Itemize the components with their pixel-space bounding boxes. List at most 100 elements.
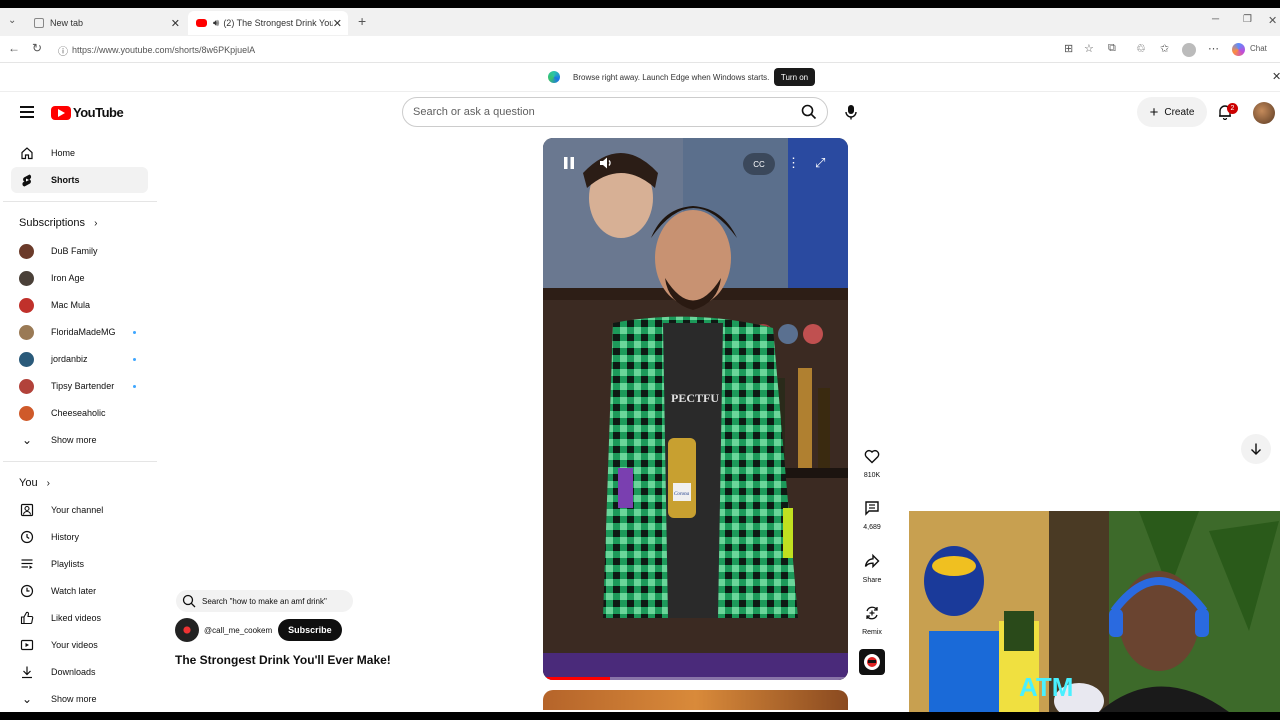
you-heading[interactable]: You › <box>19 477 50 489</box>
extensions-icon[interactable]: ⧉ <box>1108 42 1116 55</box>
sidebar-item-label: Mac Mula <box>51 300 91 310</box>
audio-playing-icon[interactable]: 🔊︎ <box>213 18 219 29</box>
search-input[interactable]: Search or ask a question <box>402 97 828 127</box>
site-info-icon[interactable]: ⓘ <box>58 43 68 58</box>
copilot-icon[interactable] <box>1232 43 1245 56</box>
youtube-favicon-icon <box>196 19 207 27</box>
app-available-icon[interactable]: ⊞ <box>1064 42 1073 55</box>
subscriptions-heading[interactable]: Subscriptions › <box>19 217 97 229</box>
sidebar-item-history[interactable]: History <box>11 524 148 550</box>
next-short-preview[interactable] <box>543 690 848 710</box>
sidebar-item-liked-videos[interactable]: Liked videos <box>11 605 148 631</box>
more-menu-icon[interactable]: ⋯ <box>1208 42 1219 55</box>
more-options-icon[interactable]: ⋮ <box>787 155 800 171</box>
search-icon <box>182 594 196 608</box>
profile-icon[interactable] <box>1182 43 1196 57</box>
fullscreen-icon[interactable]: ⤢ <box>815 155 825 171</box>
minimize-icon[interactable]: ─ <box>1212 14 1219 25</box>
remix-button[interactable]: Remix <box>860 601 884 636</box>
sidebar-item-label: FloridaMadeMG <box>51 327 116 337</box>
pause-icon[interactable] <box>563 156 575 173</box>
browser-window: ⌄ New tab ✕ 🔊︎ (2) The Strongest Drink Y… <box>0 8 1280 712</box>
tab-new-tab[interactable]: New tab ✕ <box>26 11 186 35</box>
youtube-logo[interactable]: YouTube <box>51 105 124 120</box>
tab-title: New tab <box>50 18 84 28</box>
sidebar-item-watch-later[interactable]: Watch later <box>11 578 148 604</box>
channel-handle[interactable]: @call_me_cookem <box>204 626 272 635</box>
channel-avatar[interactable] <box>175 618 199 642</box>
divider <box>3 461 157 462</box>
restore-icon[interactable]: ❐ <box>1243 14 1252 25</box>
sidebar-item-label: Cheeseaholic <box>51 408 106 418</box>
comment-icon <box>860 496 884 520</box>
chat-label[interactable]: Chat <box>1250 44 1267 53</box>
close-banner-icon[interactable]: ✕ <box>1272 70 1280 83</box>
tab-list-chevron-icon[interactable]: ⌄ <box>8 15 16 26</box>
account-avatar[interactable] <box>1253 102 1275 124</box>
sidebar-item-mac-mula[interactable]: Mac Mula <box>11 292 148 318</box>
search-icon[interactable] <box>801 104 817 120</box>
channel-thumbnail[interactable] <box>859 649 885 675</box>
channel-avatar <box>19 351 34 367</box>
sidebar-item-tipsy-bartender[interactable]: Tipsy Bartender <box>11 373 148 399</box>
sidebar-item-jordanbiz[interactable]: jordanbiz <box>11 346 148 372</box>
refresh-icon[interactable]: ↻ <box>32 41 42 55</box>
sidebar-item-downloads[interactable]: Downloads <box>11 659 148 685</box>
channel-avatar <box>19 378 34 394</box>
favorites-icon[interactable]: ✩ <box>1160 42 1169 55</box>
close-window-icon[interactable]: ✕ <box>1268 14 1277 27</box>
edge-logo-icon <box>548 71 560 83</box>
sidebar-item-label: Tipsy Bartender <box>51 381 115 391</box>
sidebar-item-shorts[interactable]: Shorts <box>11 167 148 193</box>
tab-title: (2) The Strongest Drink You'll <box>223 18 334 28</box>
new-tab-icon[interactable]: + <box>358 13 366 29</box>
sidebar-item-dub-family[interactable]: DuB Family <box>11 238 148 264</box>
sidebar-item-your-channel[interactable]: Your channel <box>11 497 148 523</box>
show-more-subscriptions[interactable]: ⌄ Show more <box>11 427 148 453</box>
turn-on-button[interactable]: Turn on <box>774 68 815 86</box>
sidebar-item-label: Shorts <box>51 175 80 185</box>
sidebar-item-home[interactable]: Home <box>11 140 148 166</box>
show-more-you[interactable]: ⌄ Show more <box>11 686 148 712</box>
next-short-button[interactable] <box>1241 434 1271 464</box>
suggested-search-chip[interactable]: Search "how to make an amf drink" <box>176 590 353 612</box>
menu-icon[interactable] <box>20 106 34 118</box>
close-tab-icon[interactable]: ✕ <box>333 17 342 30</box>
create-button[interactable]: + Create <box>1137 97 1207 127</box>
comments-button[interactable]: 4,689 <box>860 496 884 531</box>
subscribe-button[interactable]: Subscribe <box>278 619 342 641</box>
sidebar-item-cheeseaholic[interactable]: Cheeseaholic <box>11 400 148 426</box>
like-button[interactable]: 810K <box>860 444 884 479</box>
new-content-dot <box>133 384 136 388</box>
share-button[interactable]: Share <box>860 549 884 584</box>
microphone-icon[interactable] <box>844 104 858 120</box>
sidebar-item-iron-age[interactable]: Iron Age <box>11 265 148 291</box>
sidebar-item-playlists[interactable]: Playlists <box>11 551 148 577</box>
volume-icon[interactable] <box>599 156 613 173</box>
sidebar-item-label: Show more <box>51 694 97 704</box>
short-title[interactable]: The Strongest Drink You'll Ever Make! <box>175 653 391 667</box>
subscriptions-title: Subscriptions <box>19 217 86 229</box>
favorite-star-icon[interactable]: ☆ <box>1084 42 1094 55</box>
url-text: https://www.youtube.com/shorts/8w6PKpjue… <box>72 44 256 55</box>
video-progress-bar[interactable] <box>543 677 848 680</box>
sidebar-item-label: Liked videos <box>51 613 102 623</box>
back-icon[interactable]: ← <box>8 41 20 55</box>
arrow-down-icon <box>1251 443 1261 455</box>
shirt-text: PECTFU <box>671 391 719 405</box>
sidebar-item-floridamademg[interactable]: FloridaMadeMG <box>11 319 148 345</box>
sidebar-item-label: History <box>51 532 80 542</box>
heart-icon <box>860 444 884 468</box>
close-tab-icon[interactable]: ✕ <box>171 17 180 30</box>
sidebar-item-your-videos[interactable]: Your videos <box>11 632 148 658</box>
remix-label: Remix <box>862 629 882 636</box>
sidebar-item-label: Downloads <box>51 667 96 677</box>
tab-youtube[interactable]: 🔊︎ (2) The Strongest Drink You'll ✕ <box>188 11 348 35</box>
channel-row: @call_me_cookem Subscribe <box>175 618 342 642</box>
sidebar-item-label: Your videos <box>51 640 98 650</box>
url-field[interactable]: ⓘ https://www.youtube.com/shorts/8w6PKpj… <box>52 40 1100 59</box>
browser-essentials-icon[interactable]: ♲ <box>1136 42 1146 55</box>
captions-icon[interactable]: CC <box>743 153 775 175</box>
new-content-dot <box>133 357 136 361</box>
shorts-video-player[interactable]: PECTFU Corona CC ⋮ ⤢ <box>543 138 848 680</box>
